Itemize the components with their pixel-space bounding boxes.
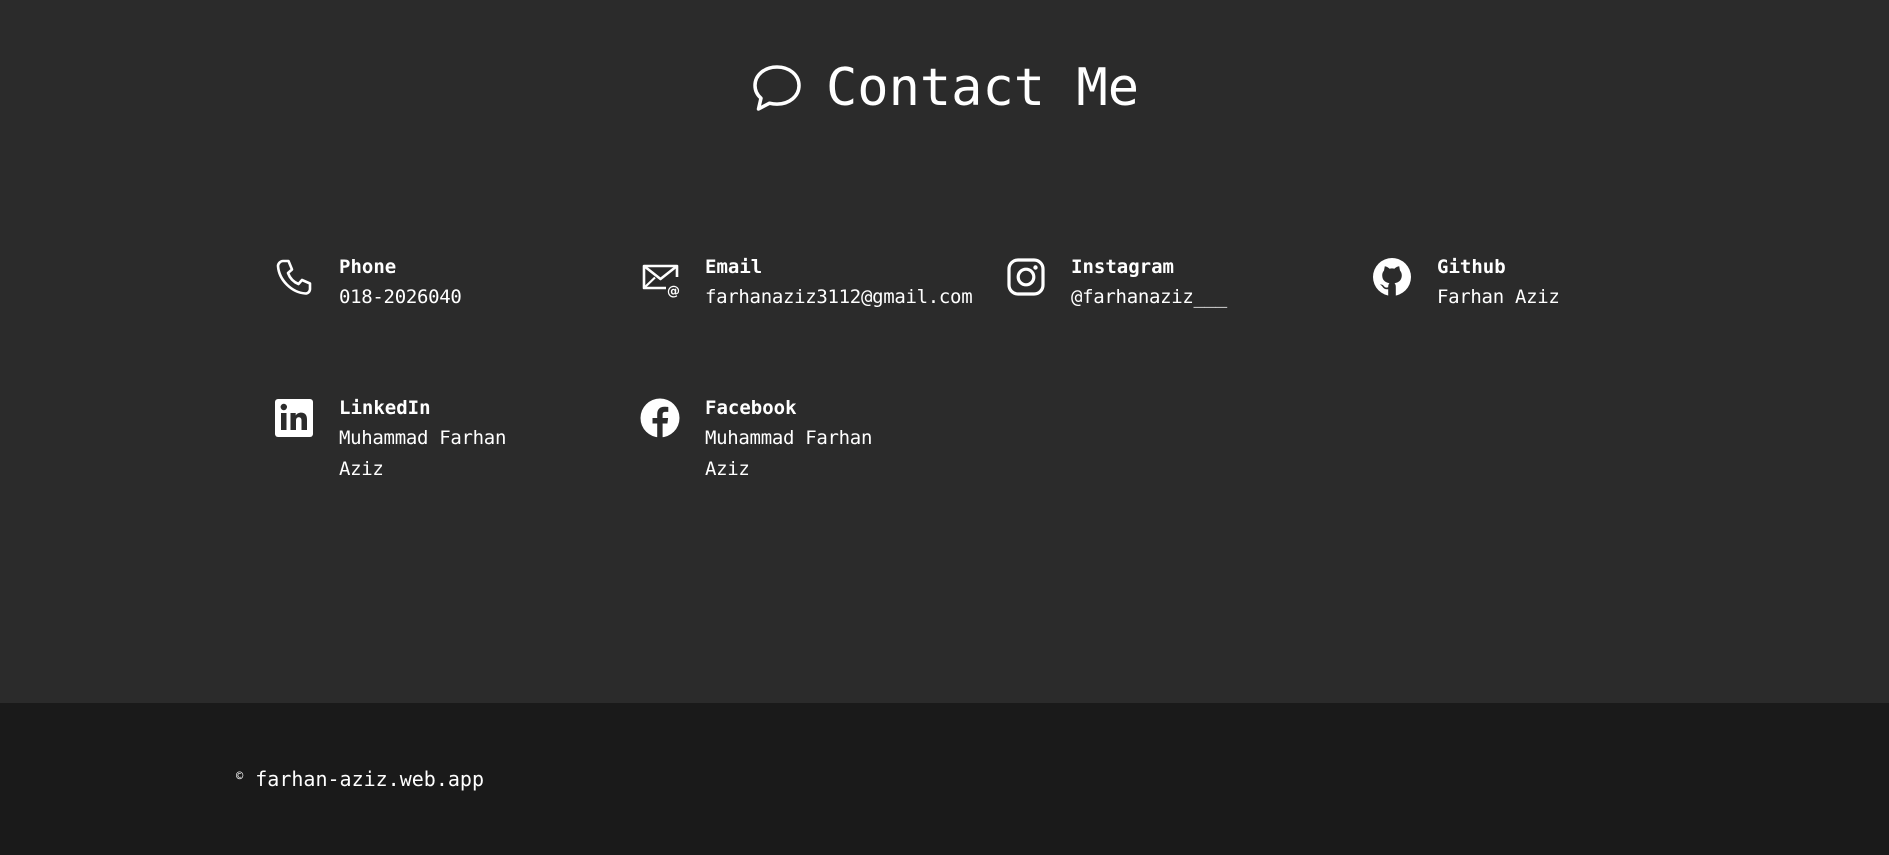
contact-value: Muhammad Farhan Aziz: [339, 427, 507, 480]
github-icon: [1373, 258, 1411, 296]
instagram-icon: [1007, 258, 1045, 296]
contact-value: Muhammad Farhan Aziz: [705, 427, 873, 480]
contact-label: Github: [1437, 256, 1506, 278]
facebook-icon: [640, 398, 680, 438]
speech-bubble-icon: [753, 65, 801, 111]
phone-icon: [276, 259, 312, 295]
contact-label: Facebook: [705, 397, 797, 419]
contact-item-linkedin[interactable]: LinkedIn Muhammad Farhan Aziz: [273, 393, 613, 485]
contact-heading: Contact Me: [0, 56, 1889, 120]
contact-label: Phone: [339, 256, 397, 278]
contact-label: LinkedIn: [339, 397, 431, 419]
contact-value: 018-2026040: [339, 286, 462, 308]
contact-value: Farhan Aziz: [1437, 286, 1560, 308]
footer-copyright: © farhan-aziz.web.app: [236, 767, 484, 791]
footer-site-link[interactable]: farhan-aziz.web.app: [255, 767, 484, 791]
contact-label: Email: [705, 256, 763, 278]
svg-text:@: @: [667, 284, 680, 298]
contact-value: farhanaziz3112@gmail.com: [705, 286, 973, 308]
contact-item-phone[interactable]: Phone 018-2026040: [273, 252, 613, 313]
contact-section: Contact Me Phone 018-2026040 @ Email far…: [0, 0, 1889, 703]
contact-value: @farhanaziz___: [1071, 286, 1227, 308]
contact-item-github[interactable]: Github Farhan Aziz: [1371, 252, 1711, 313]
page-title: Contact Me: [825, 58, 1140, 118]
email-icon: @: [642, 264, 680, 298]
linkedin-icon: [275, 399, 313, 437]
contact-label: Instagram: [1071, 256, 1174, 278]
copyright-symbol: ©: [236, 769, 244, 783]
contact-item-facebook[interactable]: Facebook Muhammad Farhan Aziz: [639, 393, 979, 485]
contact-item-email[interactable]: @ Email farhanaziz3112@gmail.com: [639, 252, 979, 313]
contact-item-instagram[interactable]: Instagram @farhanaziz___: [1005, 252, 1345, 313]
footer: © farhan-aziz.web.app: [0, 703, 1889, 855]
